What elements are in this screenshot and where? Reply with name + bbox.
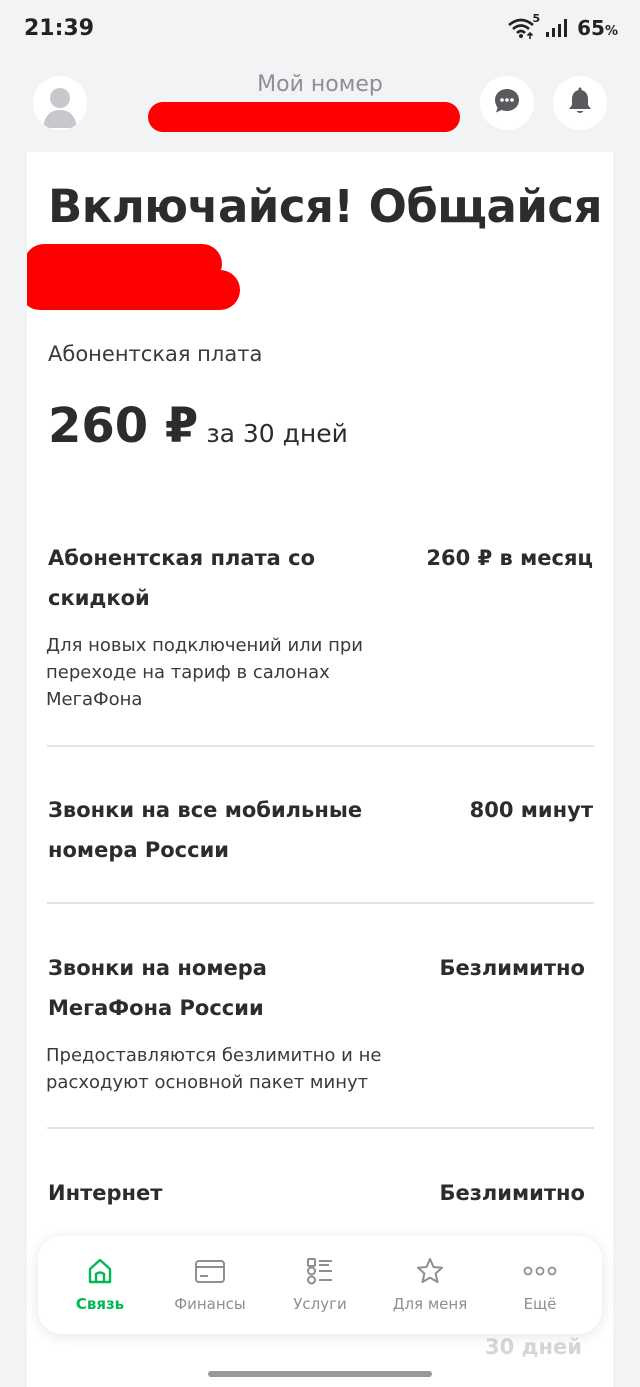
redacted-phone-number xyxy=(148,102,460,132)
divider xyxy=(47,745,594,747)
nav-label: Услуги xyxy=(293,1295,347,1313)
chat-icon xyxy=(493,87,521,119)
feature-value: 260 ₽ в месяц xyxy=(426,546,593,570)
nav-item-for-me[interactable]: Для меня xyxy=(376,1236,484,1334)
services-list-icon xyxy=(305,1256,335,1286)
status-time: 21:39 xyxy=(24,16,95,41)
divider xyxy=(47,902,594,904)
home-indicator[interactable] xyxy=(208,1371,432,1377)
redacted-title-part xyxy=(27,244,240,310)
feature-description: Для новых подключений или при переходе н… xyxy=(46,635,363,710)
home-icon xyxy=(85,1256,115,1286)
feature-value: 800 минут xyxy=(469,798,593,822)
battery-level: 65% xyxy=(577,16,618,40)
star-icon xyxy=(415,1256,445,1286)
scrolled-text-peek: 30 дней xyxy=(485,1335,582,1359)
app-header: Мой номер xyxy=(0,60,640,152)
nav-label: Ещё xyxy=(523,1295,557,1313)
card-icon xyxy=(194,1256,226,1286)
feature-title: Интернет xyxy=(48,1181,163,1205)
fee-period: за 30 дней xyxy=(206,419,348,448)
nav-label: Связь xyxy=(75,1295,125,1313)
wifi-icon: 5 xyxy=(507,12,540,39)
feature-value: Безлимитно xyxy=(439,956,585,980)
fee-label: Абонентская плата xyxy=(48,342,263,366)
feature-title: Звонки на все мобильные номера России xyxy=(48,798,363,862)
nav-label: Для меня xyxy=(392,1295,468,1313)
signal-icon xyxy=(545,18,569,38)
fee-price: 260 ₽ за 30 дней xyxy=(48,398,348,454)
nav-item-connection[interactable]: Связь xyxy=(46,1236,154,1334)
feature-value: Безлимитно xyxy=(439,1181,585,1205)
bottom-navigation: Связь Финансы Услуги Для меня Ещё xyxy=(38,1236,602,1334)
bell-icon xyxy=(567,87,593,119)
notifications-button[interactable] xyxy=(553,76,607,130)
more-dots-icon xyxy=(522,1256,558,1286)
chat-button[interactable] xyxy=(480,76,534,130)
fee-amount: 260 ₽ xyxy=(48,398,199,454)
nav-item-more[interactable]: Ещё xyxy=(486,1236,594,1334)
tariff-title: Включайся! Общайся xyxy=(48,180,602,233)
nav-label: Финансы xyxy=(174,1295,246,1313)
nav-item-finance[interactable]: Финансы xyxy=(156,1236,264,1334)
feature-title: Абонентская плата со скидкой xyxy=(48,546,316,610)
page-title: Мой номер xyxy=(257,72,383,97)
network-badge: 5 xyxy=(532,12,541,25)
nav-item-services[interactable]: Услуги xyxy=(266,1236,374,1334)
status-bar: 21:39 5 65% xyxy=(0,0,640,60)
feature-description: Предоставляются безлимитно и не расходую… xyxy=(46,1045,382,1093)
tariff-card: Включайся! Общайся Абонентская плата 260… xyxy=(27,152,613,1387)
divider xyxy=(47,1127,594,1129)
status-icons: 5 65% xyxy=(507,12,618,40)
feature-title: Звонки на номера МегаФона России xyxy=(48,956,267,1020)
